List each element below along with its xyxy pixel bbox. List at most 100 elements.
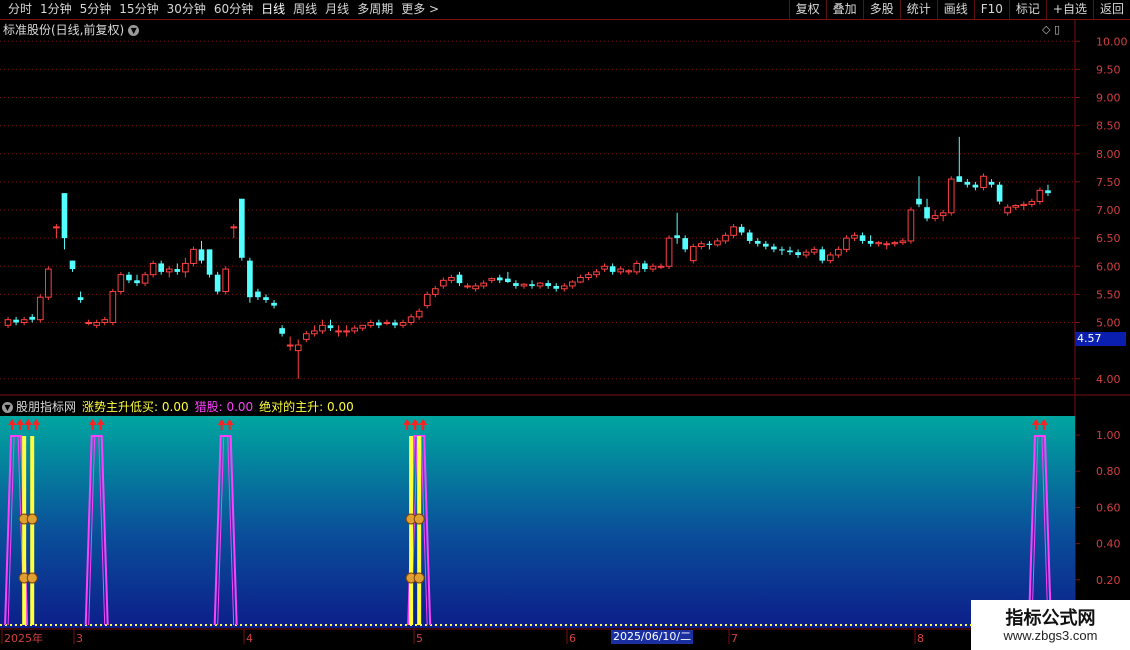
candle-body [20,319,28,323]
candle-body [158,263,165,272]
candle-body [13,319,19,323]
money-bag-icon [413,572,425,584]
cursor-date: 2025/06/10/二 [611,630,694,644]
candle-body [255,291,261,298]
candle-body [1012,205,1020,208]
candle-body [1020,203,1028,206]
candle-body [230,226,238,229]
candle-body [93,322,101,326]
candle-body [263,297,269,300]
candle-body [795,252,801,255]
candle-body [53,226,60,229]
candle-body [609,266,616,272]
candle-body [956,176,963,182]
y-tick-label: 6.00 [1096,260,1121,273]
candle-body [464,285,471,288]
candle-body [77,297,84,300]
candle-body [746,232,753,241]
indicator-s2-value: 猎股: 0.00 [194,400,254,414]
candle-body [947,178,955,214]
y-tick-label: 7.00 [1096,204,1121,217]
candle-body [698,243,705,248]
watermark-url: www.zbgs3.com [1003,628,1098,643]
candle-body [802,251,810,256]
candle-body [327,325,334,329]
candle-body [867,240,874,244]
candle-body [311,330,318,335]
y-tick-label: 8.00 [1096,148,1121,161]
candle-body [529,284,535,286]
candle-body [601,265,608,270]
candle-body [964,181,971,185]
candle-body [488,278,496,281]
candle-body [577,277,584,283]
y-tick-label: 4.00 [1096,373,1121,386]
candle-body [617,268,625,273]
candle-body [182,262,189,273]
indicator-s3-value: 绝对的主升: 0.00 [259,400,354,414]
ind-y-tick-label: 0.60 [1096,501,1121,514]
candle-body [165,268,173,273]
candle-body [1028,201,1036,205]
candle-body [657,265,665,268]
ind-y-tick-label: 0.40 [1096,538,1121,551]
candle-body [351,327,358,332]
candle-body [319,324,326,332]
candle-body [238,198,245,258]
y-tick-label: 9.00 [1096,92,1121,105]
candle-body [722,234,729,242]
candle-body [359,324,367,329]
x-tick-label: 2025年 [4,631,43,645]
y-tick-label: 10.00 [1096,35,1128,48]
chevron-down-icon[interactable]: ▼ [2,402,13,413]
candle-body [633,262,641,273]
ind-y-tick-label: 1.00 [1096,429,1121,442]
candle-body [996,184,1003,202]
candle-body [714,240,721,246]
candle-body [738,226,745,233]
candle-body [665,237,673,267]
candle-body [456,274,463,284]
kline-chart[interactable]: 10.00 9.50 9.00 8.50 8.00 7.50 7.00 6.50 6.00 5.5… [0,0,1130,650]
candle-body [367,322,375,326]
candle-body [117,274,125,293]
candle-body [109,291,117,323]
y-tick-label: 5.50 [1096,288,1121,301]
candle-body [569,281,576,287]
candle-body [376,322,382,326]
x-tick-label: 7 [731,632,738,645]
candle-body [545,283,551,286]
candle-body [810,248,818,253]
candle-body [279,328,285,334]
candle-body [214,274,221,292]
indicator-background [0,416,1075,628]
x-tick-label: 3 [76,632,83,645]
candle-body [931,215,939,219]
candle-body [762,243,769,247]
candle-body [101,319,109,323]
candle-body [988,181,995,185]
candle-body [706,243,713,245]
candle-body [61,193,68,239]
candle-body [294,344,302,352]
candle-body [36,296,44,321]
candle-body [126,274,132,281]
candle-body [496,277,503,281]
ind-y-tick-label: 0.80 [1096,465,1121,478]
indicator-title: ▼ 股朋指标网 涨势主升低买: 0.00 猎股: 0.00 绝对的主升: 0.00 [2,398,354,415]
indicator-name: 股朋指标网 [16,400,77,414]
candle-body [29,316,36,320]
candle-body [198,249,205,261]
candle-body [399,322,407,326]
candle-body [972,184,979,188]
candle-body [423,293,431,307]
y-tick-label: 7.50 [1096,176,1121,189]
candle-body [771,246,777,250]
watermark-title: 指标公式网 [1005,608,1096,629]
y-tick-label: 8.50 [1096,120,1121,133]
candle-body [754,240,761,244]
candle-body [851,234,858,239]
candle-body [730,226,737,236]
candle-body [4,319,12,326]
candle-body [939,212,947,217]
